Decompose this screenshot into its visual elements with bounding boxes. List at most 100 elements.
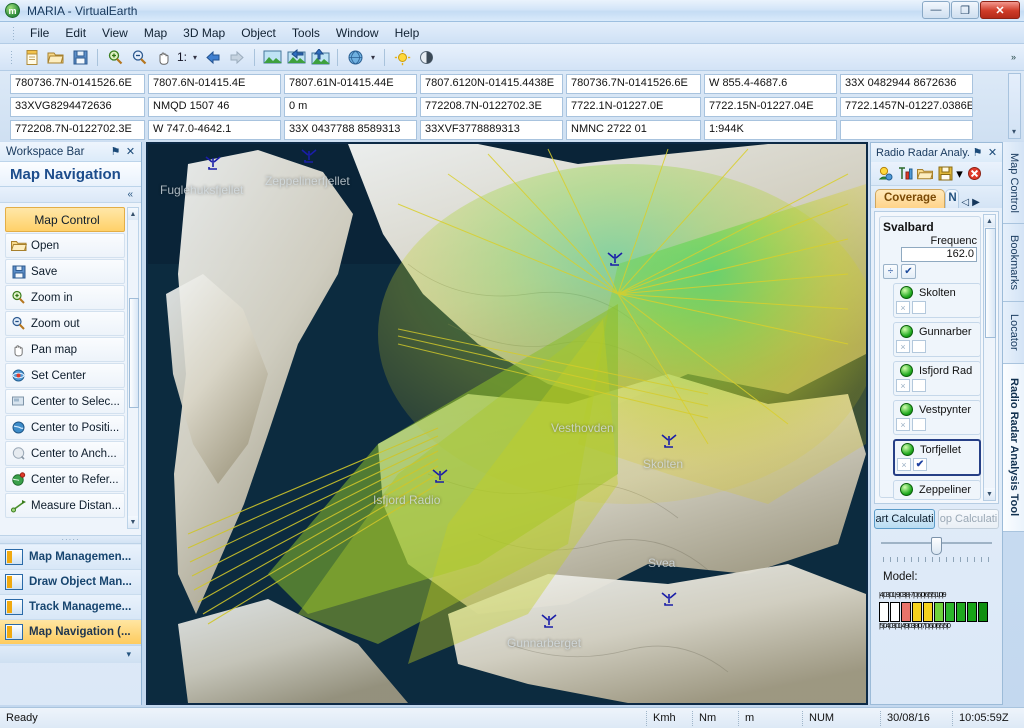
frequency-input[interactable]: 162.0: [901, 247, 977, 262]
station-remove-button[interactable]: ×: [896, 379, 910, 392]
tab-prev-icon[interactable]: ◁: [961, 197, 969, 208]
list-item[interactable]: Gunnarber ×: [893, 322, 981, 357]
vtab-map-control[interactable]: Map Control: [1003, 142, 1024, 224]
new-document-icon[interactable]: [21, 46, 43, 68]
menu-tools[interactable]: Tools: [284, 23, 328, 43]
sidebar-item-draw-object-management[interactable]: Draw Object Man...: [0, 570, 141, 595]
image-next-icon[interactable]: [309, 46, 331, 68]
vtab-radio-radar-analysis-tool[interactable]: Radio Radar Analysis Tool: [1003, 364, 1024, 532]
menu-map[interactable]: Map: [136, 23, 175, 43]
scroll-up-arrow-icon[interactable]: ▲: [128, 208, 138, 220]
tab-next-page[interactable]: N: [945, 189, 960, 208]
contrast-icon[interactable]: [415, 46, 437, 68]
coord-cell[interactable]: 7722.15N-01227.04E: [704, 97, 837, 117]
delete-icon[interactable]: [964, 164, 984, 184]
fuglehuksfjellet-station-icon[interactable]: [204, 156, 222, 170]
list-item[interactable]: Zeppeliner: [893, 480, 981, 500]
coord-cell[interactable]: W 855.4-4687.6: [704, 74, 837, 94]
stop-calculation-button[interactable]: op Calculati: [938, 509, 999, 529]
zoom-in-icon[interactable]: [104, 46, 126, 68]
tab-coverage[interactable]: Coverage: [875, 189, 946, 208]
coord-cell[interactable]: 7807.61N-01415.44E: [284, 74, 417, 94]
toolbar-grip[interactable]: [10, 50, 13, 64]
coord-cell[interactable]: W 747.0-4642.1: [148, 120, 281, 140]
list-item[interactable]: Vestpynter ×: [893, 400, 981, 435]
image-map-icon[interactable]: [261, 46, 283, 68]
coord-cell[interactable]: 0 m: [284, 97, 417, 117]
minimize-button[interactable]: —: [922, 1, 950, 19]
tab-next-icon[interactable]: ▶: [972, 197, 980, 208]
list-item[interactable]: Torfjellet × ✔: [893, 439, 981, 476]
zeppelinerfjellet-station-icon[interactable]: [300, 149, 318, 163]
save-dropdown-icon[interactable]: ▾: [955, 164, 964, 184]
open-project-icon[interactable]: [915, 164, 935, 184]
sidebar-item-pan-map[interactable]: Pan map: [5, 337, 125, 362]
close-icon[interactable]: ✕: [986, 146, 999, 159]
coordinate-table-scrollbar[interactable]: ▾: [1008, 73, 1021, 139]
list-item[interactable]: Isfjord Rad ×: [893, 361, 981, 396]
status-height-unit[interactable]: m: [738, 710, 802, 726]
save-project-icon[interactable]: [935, 164, 955, 184]
slider-thumb[interactable]: [930, 537, 942, 555]
close-button[interactable]: ✕: [980, 1, 1020, 19]
globe-icon[interactable]: [344, 46, 366, 68]
scrollbar-thumb[interactable]: [129, 298, 139, 408]
coord-cell[interactable]: 7807.6N-01415.4E: [148, 74, 281, 94]
station-remove-button[interactable]: ×: [896, 340, 910, 353]
antenna-tool-icon[interactable]: [895, 164, 915, 184]
add-transmitter-icon[interactable]: [875, 164, 895, 184]
coord-cell[interactable]: 772208.7N-0122702.3E: [10, 120, 145, 140]
skolten-station-icon[interactable]: [660, 434, 678, 448]
list-item[interactable]: Skolten ×: [893, 283, 981, 318]
station-remove-button[interactable]: ×: [896, 301, 910, 314]
opacity-slider[interactable]: [881, 537, 992, 563]
sidebar-item-track-management[interactable]: Track Manageme...: [0, 595, 141, 620]
restore-button[interactable]: ❐: [951, 1, 979, 19]
menu-file[interactable]: File: [22, 23, 57, 43]
station-enable-checkbox[interactable]: ✔: [913, 458, 927, 471]
sidebar-item-center-to-selection[interactable]: Center to Selec...: [5, 389, 125, 414]
coord-cell[interactable]: 33X 0482944 8672636: [840, 74, 973, 94]
sidebar-item-center-to-anchor[interactable]: Center to Anch...: [5, 441, 125, 466]
menu-view[interactable]: View: [94, 23, 136, 43]
scrollbar-thumb[interactable]: [985, 228, 996, 338]
sidebar-item-zoom-out[interactable]: Zoom out: [5, 311, 125, 336]
workspace-list-scrollbar[interactable]: ▲ ▼: [127, 207, 139, 529]
coord-cell[interactable]: 772208.7N-0122702.3E: [420, 97, 563, 117]
coord-cell[interactable]: NMQD 1507 46: [148, 97, 281, 117]
close-icon[interactable]: ✕: [124, 145, 137, 158]
brightness-icon[interactable]: [391, 46, 413, 68]
status-speed-unit[interactable]: Kmh: [646, 710, 692, 726]
menu-help[interactable]: Help: [387, 23, 428, 43]
pin-icon[interactable]: ⚑: [109, 145, 122, 158]
station-enable-checkbox[interactable]: [912, 340, 926, 353]
pan-hand-icon[interactable]: [152, 46, 174, 68]
coord-cell[interactable]: 33XVG8294472636: [10, 97, 145, 117]
station-list-scrollbar[interactable]: ▲ ▼: [983, 214, 996, 501]
scroll-down-arrow-icon[interactable]: ▼: [128, 516, 138, 528]
menu-object[interactable]: Object: [233, 23, 284, 43]
open-folder-icon[interactable]: [45, 46, 67, 68]
divide-chip-button[interactable]: ÷: [883, 264, 898, 279]
image-prev-icon[interactable]: [285, 46, 307, 68]
coord-cell[interactable]: 7807.6120N-01415.4438E: [420, 74, 563, 94]
sidebar-item-center-to-position[interactable]: Center to Positi...: [5, 415, 125, 440]
check-chip-button[interactable]: ✔: [901, 264, 916, 279]
coord-cell[interactable]: 1:944K: [704, 120, 837, 140]
forward-arrow-icon[interactable]: [226, 46, 248, 68]
globe-dropdown-icon[interactable]: ▾: [367, 53, 379, 62]
sidebar-item-center-to-reference[interactable]: Center to Refer...: [5, 467, 125, 492]
coord-cell[interactable]: 33XVF3778889313: [420, 120, 563, 140]
svea-station-icon[interactable]: [660, 592, 678, 606]
sidebar-item-set-center[interactable]: Set Center: [5, 363, 125, 388]
menu-grip[interactable]: [12, 25, 15, 40]
back-arrow-icon[interactable]: [202, 46, 224, 68]
coord-cell[interactable]: 780736.7N-0141526.6E: [566, 74, 701, 94]
zoom-out-icon[interactable]: [128, 46, 150, 68]
sidebar-item-map-management[interactable]: Map Managemen...: [0, 545, 141, 570]
station-enable-checkbox[interactable]: [912, 418, 926, 431]
pin-icon[interactable]: ⚑: [971, 146, 984, 159]
workspace-splitter[interactable]: ·····: [0, 535, 141, 544]
scroll-up-arrow-icon[interactable]: ▲: [984, 215, 995, 227]
scale-dropdown-icon[interactable]: ▾: [189, 53, 201, 62]
